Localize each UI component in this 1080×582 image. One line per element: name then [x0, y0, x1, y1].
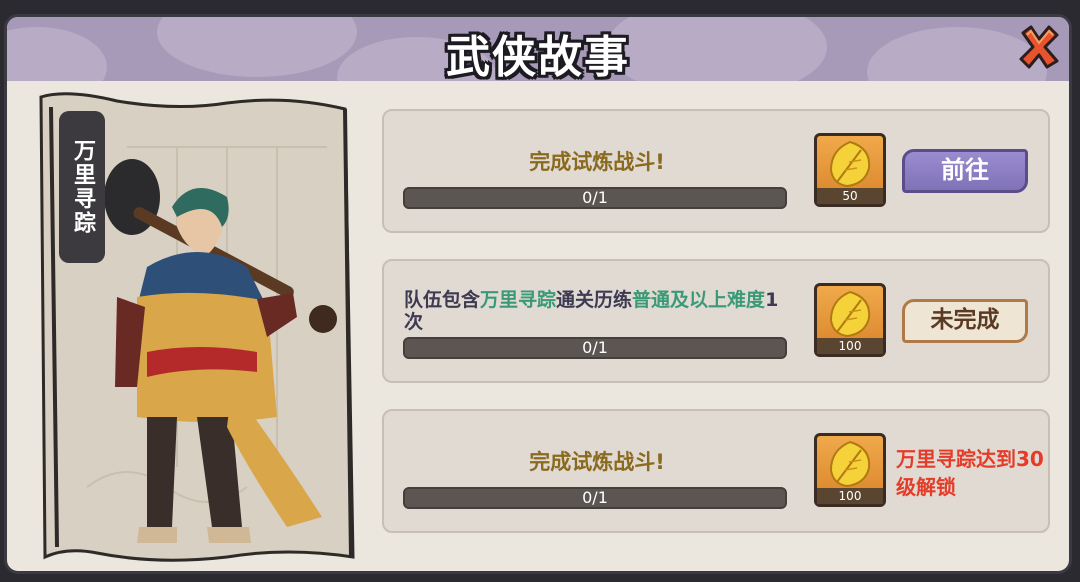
- reward-item[interactable]: 100: [814, 283, 886, 357]
- task-progress-bar: 0/1: [403, 337, 787, 359]
- golden-leaf-icon: [829, 440, 871, 488]
- reward-quantity: 100: [817, 338, 883, 354]
- golden-leaf-icon: [829, 140, 871, 188]
- task-card-3: 完成试炼战斗! 0/1 100 万里寻踪达到30级解锁: [382, 409, 1050, 533]
- reward-item[interactable]: 100: [814, 433, 886, 507]
- dialog-header: 武侠故事: [7, 17, 1069, 81]
- character-name: 万里寻踪: [70, 139, 95, 235]
- text-highlight-character: 万里寻踪: [480, 289, 557, 311]
- reward-quantity: 100: [817, 488, 883, 504]
- task-progress-bar: 0/1: [403, 187, 787, 209]
- task-description: 完成试炼战斗!: [529, 450, 665, 474]
- task-card-1: 完成试炼战斗! 0/1 50 前往: [382, 109, 1050, 233]
- progress-text: 0/1: [582, 488, 608, 507]
- progress-text: 0/1: [582, 188, 608, 207]
- task-progress-bar: 0/1: [403, 487, 787, 509]
- story-dialog: 武侠故事 万里寻踪 完成试炼战斗! 0/1 50 前往 队伍包含万里寻踪通关历练…: [4, 14, 1072, 574]
- progress-text: 0/1: [582, 338, 608, 357]
- close-icon: [1019, 25, 1059, 69]
- dialog-title: 武侠故事: [446, 32, 630, 81]
- close-button[interactable]: [1017, 23, 1061, 71]
- character-name-tag: 万里寻踪: [59, 111, 105, 263]
- task-card-2: 队伍包含万里寻踪通关历练普通及以上难度1次 0/1 100 未完成: [382, 259, 1050, 383]
- reward-item[interactable]: 50: [814, 133, 886, 207]
- task-description: 队伍包含万里寻踪通关历练普通及以上难度1次: [404, 289, 790, 333]
- reward-quantity: 50: [817, 188, 883, 204]
- text-highlight-difficulty: 普通及以上难度: [632, 289, 766, 311]
- go-button[interactable]: 前往: [902, 149, 1028, 193]
- text-part: 通关历练: [556, 289, 633, 311]
- incomplete-status: 未完成: [902, 299, 1028, 343]
- text-part: 队伍包含: [404, 289, 481, 311]
- task-description: 完成试炼战斗!: [529, 150, 665, 174]
- unlock-requirement: 万里寻踪达到30级解锁: [896, 447, 1044, 499]
- golden-leaf-icon: [829, 290, 871, 338]
